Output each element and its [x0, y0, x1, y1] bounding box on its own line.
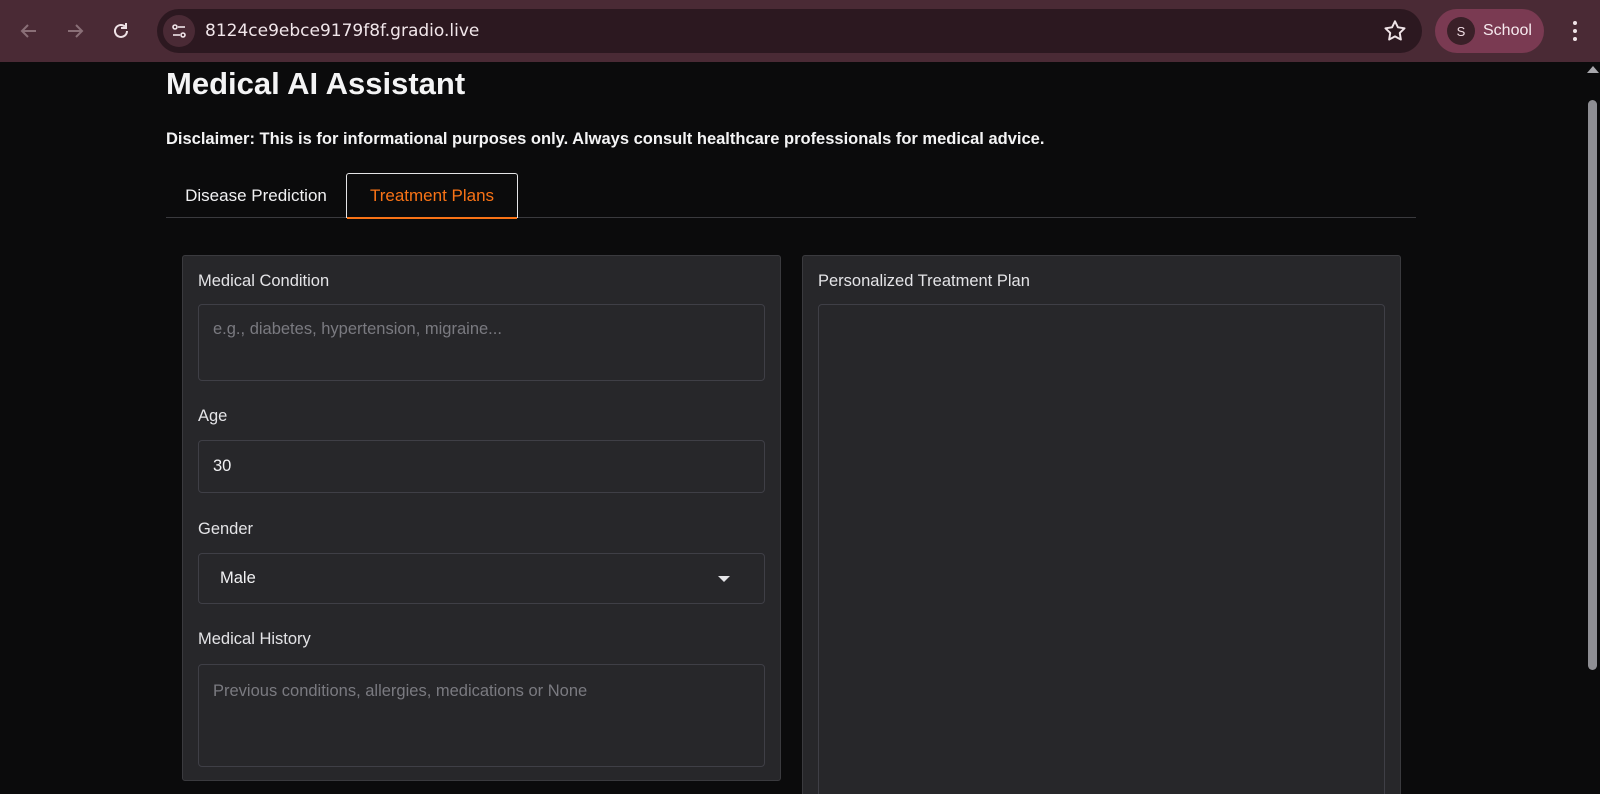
output-panel: Personalized Treatment Plan: [802, 255, 1401, 794]
star-icon[interactable]: [1382, 18, 1408, 44]
site-info-button[interactable]: [163, 15, 195, 47]
back-button[interactable]: [6, 8, 52, 54]
gender-value: Male: [220, 569, 256, 587]
disclaimer-text: Disclaimer: This is for informational pu…: [166, 130, 1045, 148]
age-value: 30: [213, 457, 232, 475]
profile-name: School: [1483, 22, 1532, 39]
scroll-up-arrow-icon[interactable]: [1587, 66, 1599, 73]
history-placeholder: Previous conditions, allergies, medicati…: [213, 682, 588, 700]
url-text[interactable]: 8124ce9ebce9179f8f.gradio.live: [205, 21, 479, 41]
page-content: Medical AI Assistant Disclaimer: This is…: [0, 62, 1585, 794]
avatar: S: [1447, 17, 1475, 45]
page-scrollbar[interactable]: [1585, 62, 1600, 794]
page-title: Medical AI Assistant: [166, 66, 466, 101]
condition-label: Medical Condition: [198, 272, 330, 290]
scroll-thumb[interactable]: [1588, 100, 1597, 670]
gender-dropdown[interactable]: Male: [198, 553, 765, 604]
input-panel: Medical Condition e.g., diabetes, hypert…: [182, 255, 781, 781]
condition-input[interactable]: e.g., diabetes, hypertension, migraine..…: [198, 304, 765, 381]
condition-placeholder: e.g., diabetes, hypertension, migraine..…: [213, 320, 502, 338]
profile-button[interactable]: S School: [1435, 9, 1544, 53]
kebab-menu-icon[interactable]: [1560, 14, 1590, 48]
age-label: Age: [198, 407, 228, 425]
treatment-plan-output[interactable]: [818, 304, 1385, 794]
address-bar[interactable]: 8124ce9ebce9179f8f.gradio.live: [157, 9, 1422, 53]
history-input[interactable]: Previous conditions, allergies, medicati…: [198, 664, 765, 767]
output-label: Personalized Treatment Plan: [818, 272, 1030, 290]
tab-treatment-plans[interactable]: Treatment Plans: [346, 173, 518, 219]
age-input[interactable]: 30: [198, 440, 765, 493]
forward-button[interactable]: [52, 8, 98, 54]
chevron-down-icon: [718, 576, 730, 582]
browser-toolbar: 8124ce9ebce9179f8f.gradio.live S School: [0, 0, 1600, 62]
gender-label: Gender: [198, 520, 254, 538]
reload-icon: [114, 23, 128, 38]
forward-arrow-icon: [68, 24, 84, 38]
back-arrow-icon: [20, 24, 36, 38]
site-info-icon: [172, 24, 186, 38]
history-label: Medical History: [198, 630, 311, 648]
tab-disease-prediction[interactable]: Disease Prediction: [166, 173, 346, 218]
reload-button[interactable]: [98, 8, 144, 54]
